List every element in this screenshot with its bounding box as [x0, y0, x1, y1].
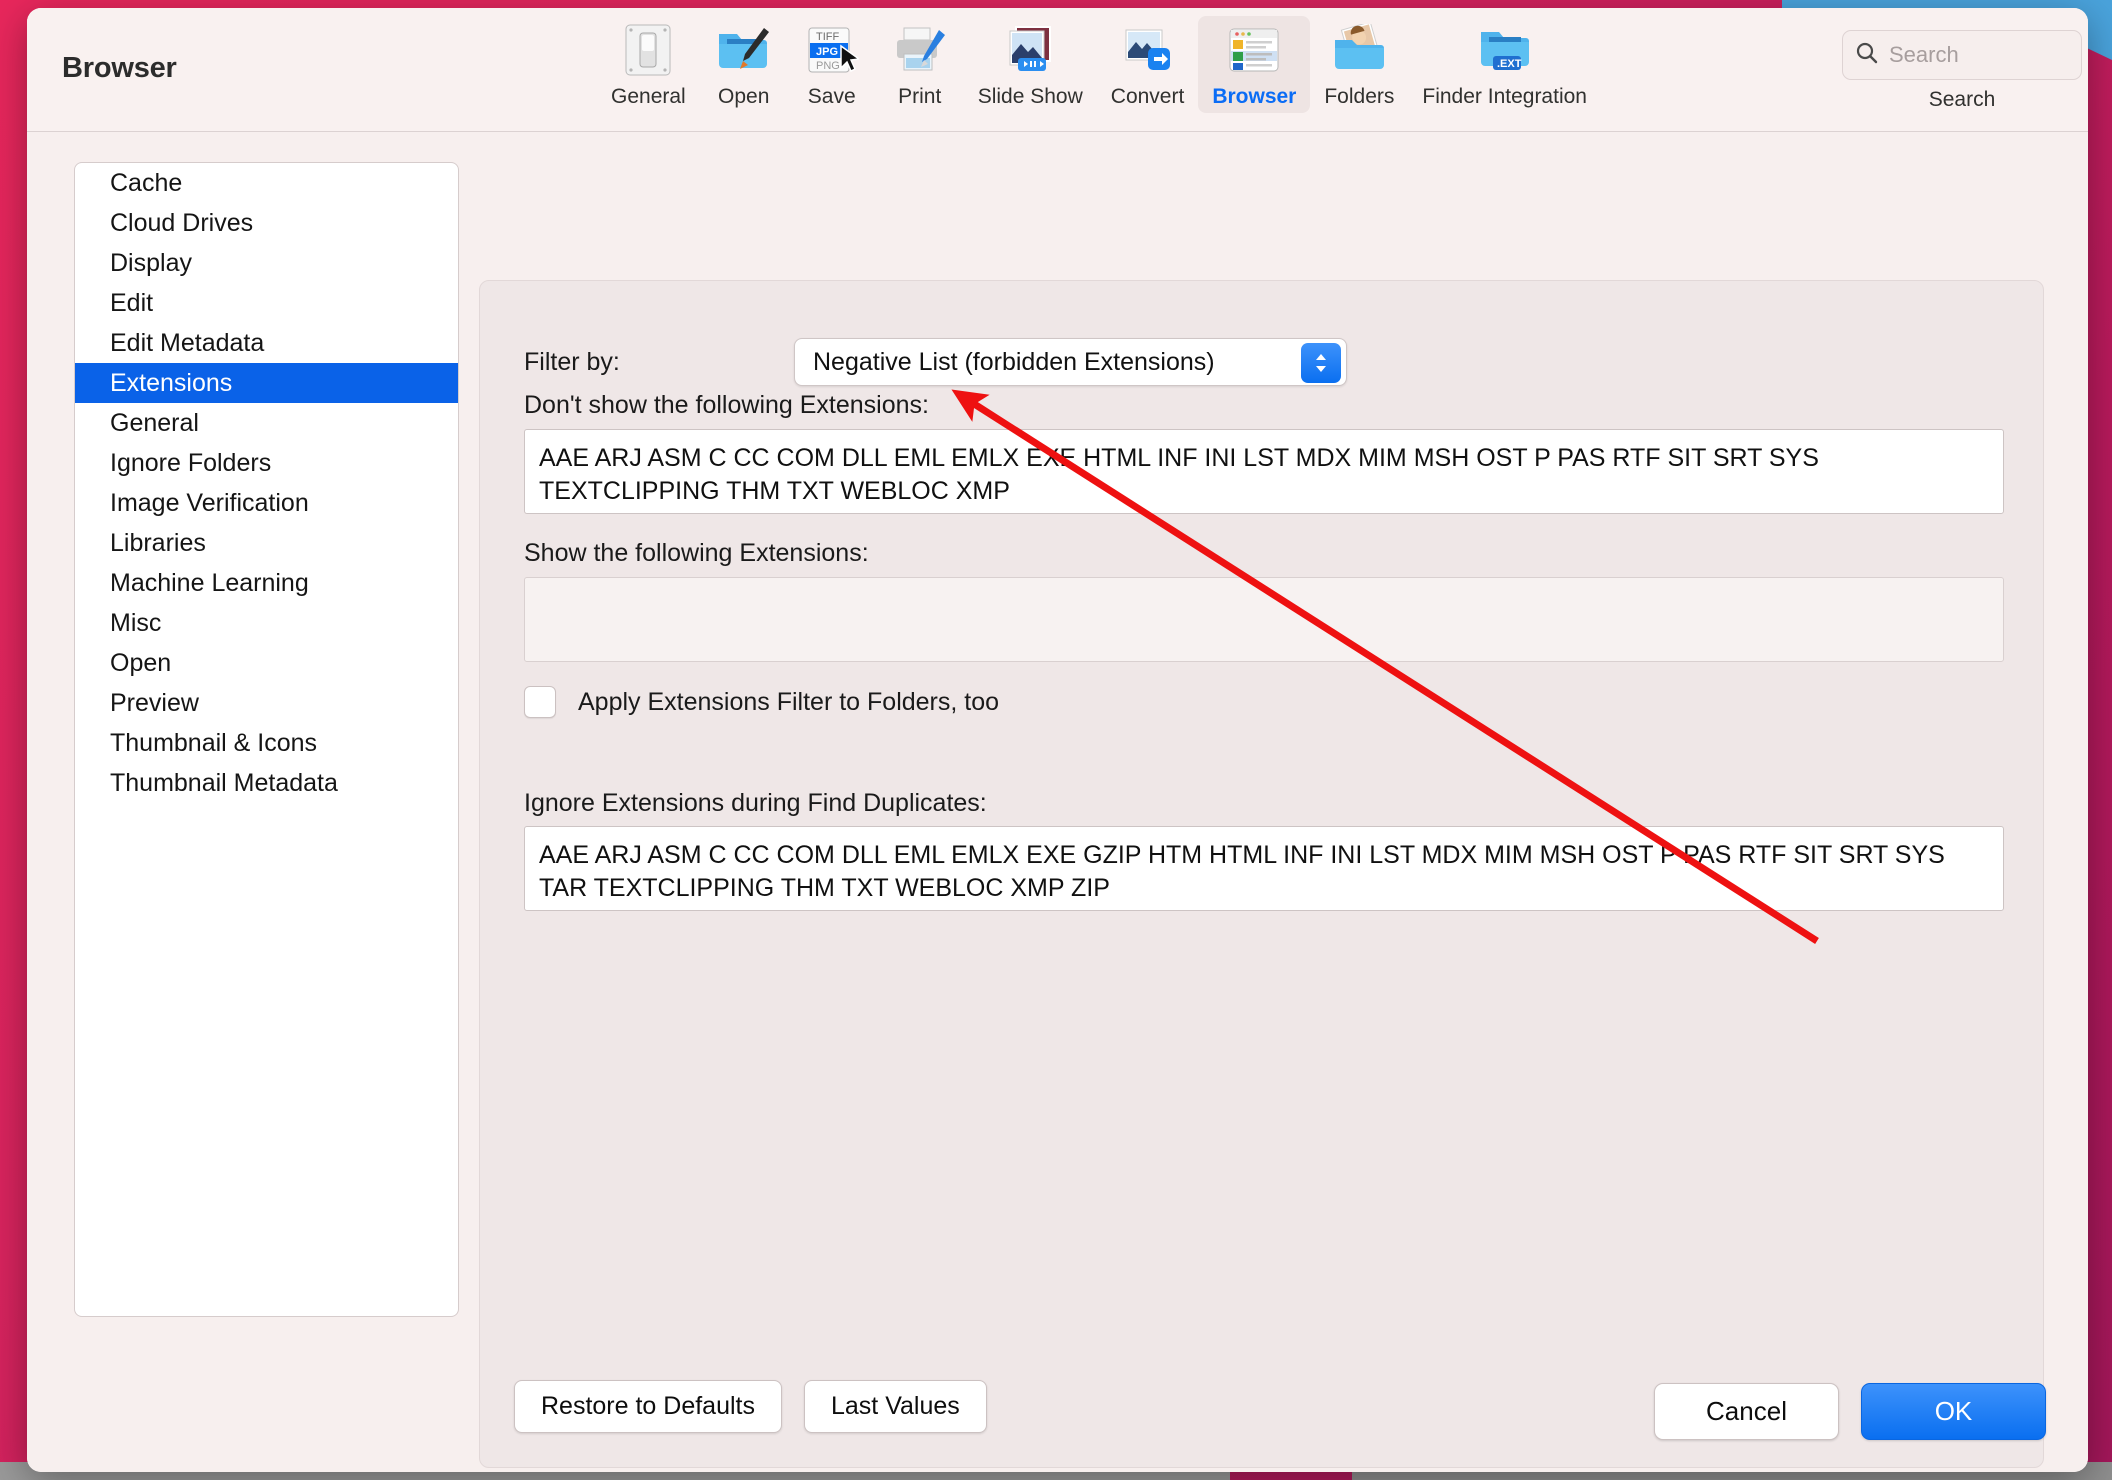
cancel-button[interactable]: Cancel: [1654, 1383, 1839, 1440]
sidebar-item-preview[interactable]: Preview: [75, 683, 458, 723]
toolbar-item-slide-show[interactable]: Slide Show: [964, 16, 1097, 113]
sidebar-item-label: Preview: [110, 688, 199, 717]
sidebar-item-label: Thumbnail Metadata: [110, 768, 338, 797]
preferences-window: Browser General Open TIFF JPG PNG Save P…: [27, 8, 2088, 1472]
slideshow-icon: [1002, 22, 1058, 78]
filter-by-select[interactable]: Negative List (forbidden Extensions): [794, 338, 1347, 386]
filter-by-selected-value: Negative List (forbidden Extensions): [813, 347, 1215, 376]
toolbar-item-label: Folders: [1324, 85, 1395, 108]
filter-by-label: Filter by:: [524, 347, 620, 376]
sidebar-item-machine-learning[interactable]: Machine Learning: [75, 563, 458, 603]
sidebar-item-label: Thumbnail & Icons: [110, 728, 318, 757]
svg-text:JPG: JPG: [816, 46, 838, 58]
sidebar-item-label: Ignore Folders: [110, 448, 272, 477]
svg-text:TIFF: TIFF: [816, 31, 839, 43]
sidebar-item-label: General: [110, 408, 199, 437]
preferences-body: Cache Cloud Drives Display Edit Edit Met…: [27, 132, 2088, 1472]
toolbar-item-finder-integration[interactable]: .EXT Finder Integration: [1408, 16, 1601, 113]
svg-text:PNG: PNG: [816, 60, 840, 72]
sidebar-item-display[interactable]: Display: [75, 243, 458, 283]
ignore-duplicates-input[interactable]: AAE ARJ ASM C CC COM DLL EML EMLX EXE GZ…: [524, 826, 2004, 911]
dont-show-extensions-input[interactable]: AAE ARJ ASM C CC COM DLL EML EMLX EXE HT…: [524, 429, 2004, 514]
printer-icon: [892, 22, 948, 78]
sidebar-item-open[interactable]: Open: [75, 643, 458, 683]
sidebar-item-label: Cache: [110, 168, 183, 197]
restore-to-defaults-button[interactable]: Restore to Defaults: [514, 1380, 782, 1433]
apply-extensions-filter-row[interactable]: Apply Extensions Filter to Folders, too: [524, 686, 999, 718]
apply-extensions-filter-label: Apply Extensions Filter to Folders, too: [578, 687, 1000, 716]
toolbar-item-label: Print: [898, 85, 942, 108]
sidebar-item-cloud-drives[interactable]: Cloud Drives: [75, 203, 458, 243]
sidebar-item-thumbnail-icons[interactable]: Thumbnail & Icons: [75, 723, 458, 763]
folder-ext-icon: .EXT: [1477, 22, 1533, 78]
sidebar-item-edit[interactable]: Edit: [75, 283, 458, 323]
toolbar-item-label: Browser: [1212, 85, 1297, 108]
extensions-settings-panel: Filter by: Negative List (forbidden Exte…: [479, 280, 2044, 1468]
browser-window-icon: [1226, 22, 1282, 78]
search-caption: Search: [1928, 88, 1996, 111]
toolbar-item-browser[interactable]: Browser: [1198, 16, 1311, 113]
sidebar-item-label: Machine Learning: [110, 568, 309, 597]
ok-button[interactable]: OK: [1861, 1383, 2046, 1440]
toolbar-item-open[interactable]: Open: [700, 16, 788, 113]
toolbar-item-label: Slide Show: [977, 85, 1083, 108]
ignore-duplicates-label: Ignore Extensions during Find Duplicates…: [524, 789, 987, 817]
svg-text:.EXT: .EXT: [1497, 58, 1522, 70]
toolbar-item-folders[interactable]: Folders: [1310, 16, 1408, 113]
show-extensions-input[interactable]: [524, 577, 2004, 662]
toolbar-item-label: Finder Integration: [1422, 85, 1587, 108]
sidebar-item-label: Image Verification: [110, 488, 309, 517]
sidebar-item-label: Misc: [110, 608, 162, 637]
toolbar-item-label: Save: [807, 85, 856, 108]
toolbar-item-convert[interactable]: Convert: [1097, 16, 1199, 113]
toolbar: Browser General Open TIFF JPG PNG Save P…: [27, 8, 2088, 132]
sidebar-item-label: Edit Metadata: [110, 328, 265, 357]
sidebar-item-label: Display: [110, 248, 192, 277]
sidebar-item-general[interactable]: General: [75, 403, 458, 443]
sidebar-item-thumbnail-metadata[interactable]: Thumbnail Metadata: [75, 763, 458, 803]
last-values-button[interactable]: Last Values: [804, 1380, 987, 1433]
settings-sidebar[interactable]: Cache Cloud Drives Display Edit Edit Met…: [74, 162, 459, 1317]
sidebar-item-label: Libraries: [110, 528, 206, 557]
toolbar-item-general[interactable]: General: [597, 16, 700, 113]
sidebar-item-misc[interactable]: Misc: [75, 603, 458, 643]
sidebar-item-extensions[interactable]: Extensions: [75, 363, 458, 403]
file-formats-icon: TIFF JPG PNG: [804, 22, 860, 78]
search-icon: [1855, 41, 1879, 70]
folder-brush-icon: [716, 22, 772, 78]
toolbar-search-group: Search Search: [1842, 30, 2082, 112]
toolbar-item-print[interactable]: Print: [876, 16, 964, 113]
sidebar-item-cache[interactable]: Cache: [75, 163, 458, 203]
toolbar-item-label: General: [611, 85, 686, 108]
chevron-updown-icon[interactable]: [1301, 343, 1341, 383]
sidebar-item-libraries[interactable]: Libraries: [75, 523, 458, 563]
sidebar-item-edit-metadata[interactable]: Edit Metadata: [75, 323, 458, 363]
search-placeholder: Search: [1889, 42, 1959, 67]
panel-action-buttons: Restore to Defaults Last Values: [514, 1380, 987, 1433]
dialog-footer-buttons: Cancel OK: [1654, 1383, 2046, 1440]
sidebar-item-ignore-folders[interactable]: Ignore Folders: [75, 443, 458, 483]
toolbar-item-label: Open: [718, 85, 770, 108]
dont-show-extensions-label: Don't show the following Extensions:: [524, 391, 929, 419]
sidebar-item-image-verification[interactable]: Image Verification: [75, 483, 458, 523]
apply-extensions-filter-checkbox[interactable]: [524, 686, 556, 718]
sidebar-item-label: Edit: [110, 288, 154, 317]
show-extensions-label: Show the following Extensions:: [524, 539, 869, 567]
toolbar-items: General Open TIFF JPG PNG Save Print Sli…: [597, 16, 1601, 113]
toolbar-item-label: Convert: [1110, 85, 1185, 108]
toolbar-item-save[interactable]: TIFF JPG PNG Save: [788, 16, 876, 113]
window-title: Browser: [62, 52, 177, 84]
filter-by-row: Filter by: Negative List (forbidden Exte…: [524, 338, 1347, 386]
search-input[interactable]: Search: [1842, 30, 2082, 80]
folder-photo-icon: [1331, 22, 1387, 78]
switch-icon: [620, 22, 676, 78]
sidebar-item-label: Open: [110, 648, 172, 677]
convert-icon: [1120, 22, 1176, 78]
sidebar-item-label: Extensions: [110, 368, 233, 397]
sidebar-item-label: Cloud Drives: [110, 208, 254, 237]
